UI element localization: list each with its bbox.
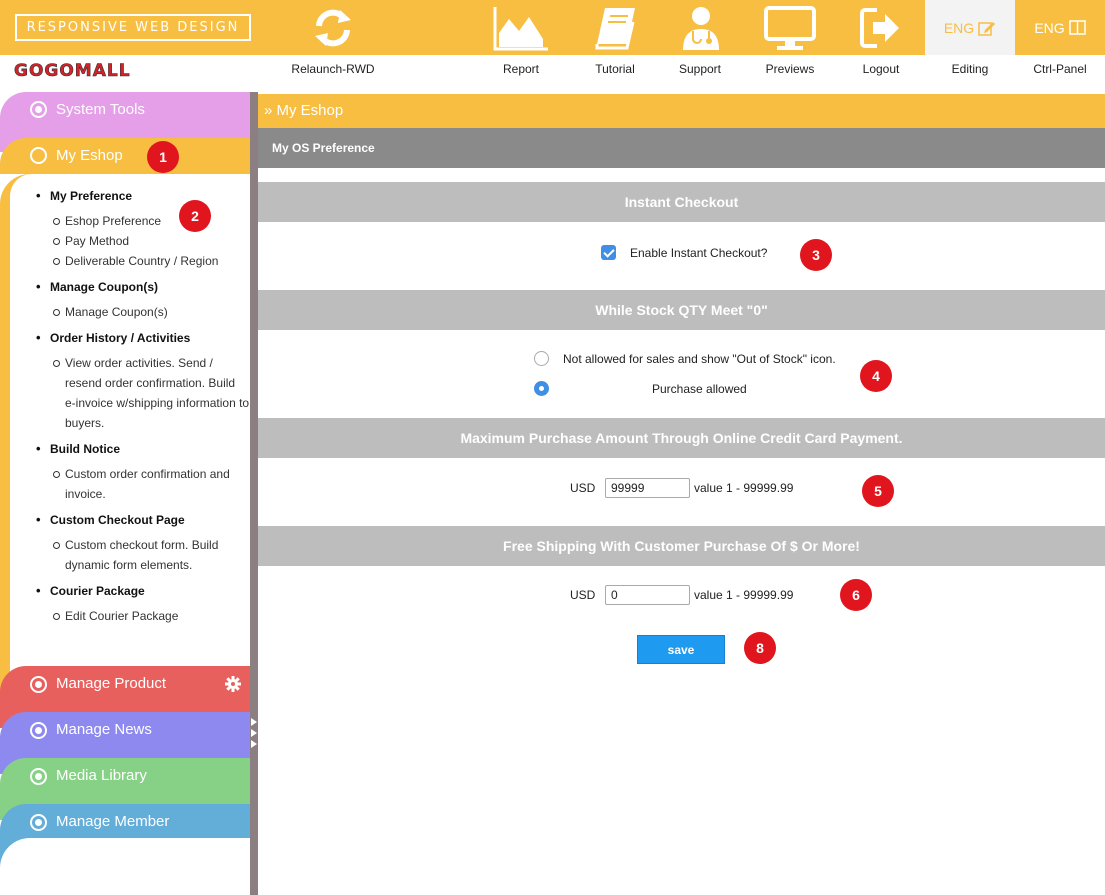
lang-panel-button[interactable]: ENG	[1015, 0, 1105, 55]
menu-item-text: resend order confirmation. Build	[65, 376, 236, 390]
nav-label-editing[interactable]: Editing	[920, 62, 1020, 76]
menu-section-title[interactable]: Order History / Activities	[34, 330, 254, 345]
brand-text: GOGOMALL	[14, 61, 131, 79]
section-stock-zero: While Stock QTY Meet "0"	[258, 290, 1105, 330]
lang-panel-label: ENG	[1034, 19, 1065, 36]
menu-item-text: buyers.	[65, 416, 105, 430]
callout-badge-1: 1	[147, 141, 179, 173]
nav-label-relaunch[interactable]: Relaunch-RWD	[283, 62, 383, 76]
panel-icon	[1068, 20, 1086, 35]
menu-section-title[interactable]: Build Notice	[34, 441, 254, 456]
menu-item-edit-courier[interactable]: Edit Courier Package	[34, 606, 254, 626]
instant-checkout-label: Enable Instant Checkout?	[630, 246, 768, 260]
menu-item-pay-method[interactable]: Pay Method	[34, 231, 254, 251]
save-button[interactable]: save	[637, 635, 725, 664]
radio-icon	[30, 101, 47, 118]
stock-option-purchase-allowed-radio[interactable]	[534, 381, 549, 396]
stock-option-not-allowed-radio[interactable]	[534, 351, 549, 366]
page-title: » My Eshop	[258, 94, 1105, 128]
radio-icon	[30, 722, 47, 739]
menu-item-custom-checkout-form[interactable]: Custom checkout form. Build	[34, 535, 254, 555]
area-chart-icon[interactable]	[491, 0, 551, 55]
max-purchase-currency: USD	[570, 481, 596, 495]
sidebar-tab-label: Manage Product	[56, 675, 167, 692]
menu-item-manage-coupons[interactable]: Manage Coupon(s)	[34, 302, 254, 322]
sidebar-divider[interactable]	[250, 92, 258, 895]
sidebar-tab-label: Media Library	[56, 767, 147, 784]
eshop-menu: My Preference Eshop Preference Pay Metho…	[34, 188, 254, 635]
nav-label-report[interactable]: Report	[471, 62, 571, 76]
circle-icon	[30, 147, 47, 164]
nav-label-ctrl-panel[interactable]: Ctrl-Panel	[1010, 62, 1105, 76]
brand-logo: GOGOMALL	[14, 61, 164, 82]
main-panel: » My Eshop My OS Preference Instant Chec…	[258, 92, 1105, 895]
menu-section-title[interactable]: Courier Package	[34, 583, 254, 598]
stock-option-not-allowed-label: Not allowed for sales and show "Out of S…	[563, 352, 836, 366]
radio-icon	[30, 768, 47, 785]
menu-section-title[interactable]: Manage Coupon(s)	[34, 279, 254, 294]
menu-item-deliverable-country[interactable]: Deliverable Country / Region	[34, 251, 254, 271]
sidebar-tab-label: Manage News	[56, 721, 152, 738]
callout-badge-8: 8	[744, 632, 776, 664]
free-shipping-currency: USD	[570, 588, 596, 602]
edit-icon	[978, 21, 996, 36]
callout-badge-3: 3	[800, 239, 832, 271]
sidebar-tab-my-eshop[interactable]: My Eshop	[0, 138, 250, 174]
menu-section-title[interactable]: My Preference	[34, 188, 254, 203]
sidebar: System Tools My Eshop Manage Product Man…	[0, 92, 258, 895]
section-free-shipping: Free Shipping With Customer Purchase Of …	[258, 526, 1105, 566]
radio-icon	[30, 676, 47, 693]
menu-item-text: dynamic form elements.	[65, 558, 193, 572]
nav-label-previews[interactable]: Previews	[740, 62, 840, 76]
menu-item-custom-order-confirmation[interactable]: Custom order confirmation and	[34, 464, 254, 484]
radio-icon	[30, 814, 47, 831]
menu-group-order-history: Order History / Activities View order ac…	[34, 330, 254, 433]
sidebar-tab-label: System Tools	[56, 101, 145, 118]
callout-badge-5: 5	[862, 475, 894, 507]
callout-badge-2: 2	[179, 200, 211, 232]
rwd-logo: RESPONSIVE WEB DESIGN	[15, 14, 251, 41]
section-max-purchase: Maximum Purchase Amount Through Online C…	[258, 418, 1105, 458]
doctor-icon[interactable]	[675, 0, 727, 55]
menu-group-build-notice: Build Notice Custom order confirmation a…	[34, 441, 254, 504]
section-instant-checkout: Instant Checkout	[258, 182, 1105, 222]
gear-icon[interactable]	[225, 676, 241, 692]
lang-editing-label: ENG	[943, 19, 975, 36]
menu-item-text: invoice.	[65, 487, 106, 501]
menu-group-coupons: Manage Coupon(s) Manage Coupon(s)	[34, 279, 254, 322]
menu-group-custom-checkout: Custom Checkout Page Custom checkout for…	[34, 512, 254, 575]
sidebar-bottom-fill	[0, 838, 250, 895]
free-shipping-input[interactable]	[605, 585, 690, 605]
menu-item-view-orders[interactable]: View order activities. Send /	[34, 353, 254, 373]
monitor-icon[interactable]	[760, 0, 820, 55]
instant-checkout-checkbox[interactable]	[601, 245, 616, 260]
menu-item-eshop-preference[interactable]: Eshop Preference	[34, 211, 254, 231]
refresh-icon[interactable]	[300, 0, 366, 55]
logout-icon[interactable]	[855, 0, 907, 55]
free-shipping-hint: value 1 - 99999.99	[694, 588, 794, 602]
book-icon[interactable]	[588, 0, 644, 55]
sidebar-tab-label: Manage Member	[56, 813, 170, 830]
collapse-arrows-icon[interactable]	[251, 718, 257, 748]
menu-group-preference: My Preference Eshop Preference Pay Metho…	[34, 188, 254, 271]
stock-option-purchase-allowed-label: Purchase allowed	[652, 382, 747, 396]
sidebar-tab-label: My Eshop	[56, 147, 123, 164]
lang-editing-button[interactable]: ENG	[925, 0, 1015, 55]
max-purchase-input[interactable]	[605, 478, 690, 498]
callout-badge-6: 6	[840, 579, 872, 611]
max-purchase-hint: value 1 - 99999.99	[694, 481, 794, 495]
menu-group-courier: Courier Package Edit Courier Package	[34, 583, 254, 626]
callout-badge-4: 4	[860, 360, 892, 392]
page-subtitle: My OS Preference	[258, 128, 1105, 168]
menu-item-text: e-invoice w/shipping information to	[65, 396, 250, 410]
menu-section-title[interactable]: Custom Checkout Page	[34, 512, 254, 527]
top-bar: RESPONSIVE WEB DESIGN ENG ENG	[0, 0, 1105, 55]
nav-label-logout[interactable]: Logout	[831, 62, 931, 76]
nav-label-support[interactable]: Support	[650, 62, 750, 76]
